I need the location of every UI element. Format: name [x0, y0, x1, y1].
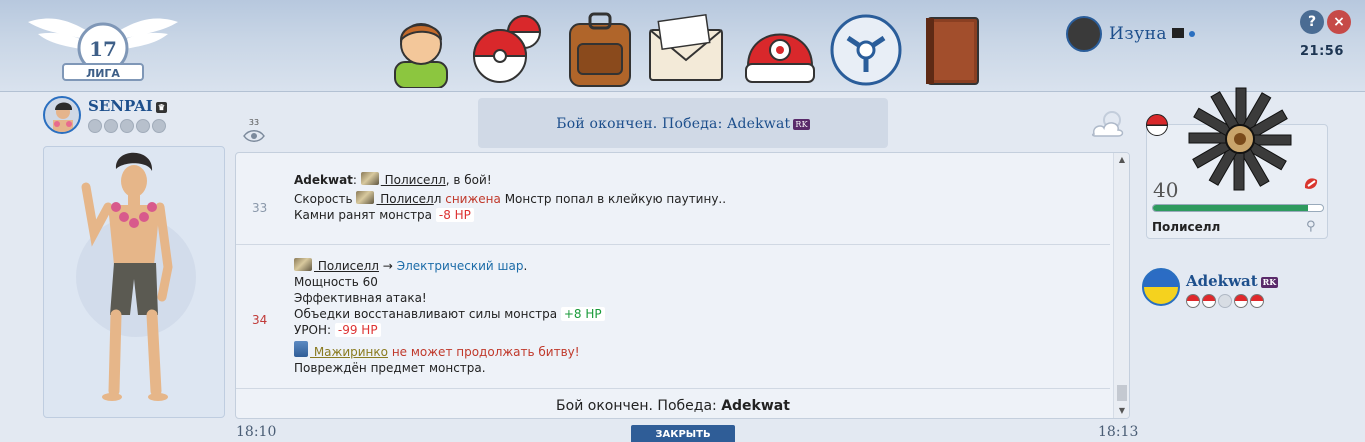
- opponent-name[interactable]: Adekwat RK: [1186, 272, 1279, 290]
- hp-fill: [1153, 205, 1308, 211]
- top-bar: 17 ЛИГА Изуна ? × 21:56: [0, 0, 1365, 92]
- winner-clan-tag: RK: [793, 118, 810, 130]
- log-text: Объедки восстанавливают силы монстра: [294, 307, 558, 321]
- battle-result-banner: Бой окончен. Победа: Adekwat RK: [478, 98, 888, 148]
- top-hat-icon: [1172, 28, 1185, 38]
- opponent-clan-tag: RK: [1260, 276, 1279, 288]
- player-name[interactable]: SENPAI ♛: [88, 97, 167, 115]
- weather-cloudy-icon: [1091, 111, 1124, 137]
- team-ball-icon: [1202, 294, 1216, 308]
- monster-name[interactable]: Полиселл: [1152, 220, 1220, 234]
- log-text: л: [433, 192, 442, 206]
- winner-name: Adekwat: [721, 398, 790, 414]
- battle-end-time: 18:13: [1098, 424, 1139, 440]
- battle-start-time: 18:10: [236, 424, 277, 440]
- current-user[interactable]: Изуна: [1066, 14, 1196, 54]
- team-ball-icon: [152, 119, 166, 133]
- team-ball-icon: [120, 119, 134, 133]
- move-name[interactable]: Электрический шар: [397, 259, 524, 273]
- damage-value: -99 HP: [334, 323, 381, 337]
- battle-log[interactable]: 33 Adekwat: Полиселл, в бой! Скорость По…: [235, 152, 1130, 419]
- monster-link[interactable]: Полиселл: [381, 173, 446, 187]
- player-character-card: [43, 146, 225, 418]
- monster-link[interactable]: Полисел: [376, 192, 434, 206]
- genderless-icon: ⚲: [1306, 219, 1316, 234]
- monster-mini-icon: [294, 341, 308, 357]
- cap-icon[interactable]: [740, 10, 820, 88]
- league-label: ЛИГА: [86, 67, 120, 80]
- scroll-down-icon[interactable]: ▼: [1114, 404, 1129, 418]
- opponent-team-balls: [1186, 294, 1264, 308]
- team-ball-icon: [1250, 294, 1264, 308]
- monster-mini-icon: [356, 191, 375, 204]
- log-text: .: [523, 259, 528, 273]
- turn-number: 34: [252, 313, 268, 327]
- log-text: Эффективная атака!: [294, 291, 427, 305]
- log-text: Мощность 60: [294, 275, 378, 289]
- arrow-icon: →: [382, 259, 393, 273]
- monster-mini-icon: [294, 258, 312, 271]
- log-entry: 34 Полиселл → Электрический шар. Мощност…: [236, 247, 1110, 389]
- player-avatar[interactable]: [43, 96, 81, 134]
- monster-link[interactable]: Полиселл: [314, 259, 379, 273]
- close-battle-button[interactable]: ЗАКРЫТЬ: [631, 425, 735, 442]
- spectator-count: 33: [248, 118, 260, 127]
- log-lines: Adekwat: Полиселл, в бой! Скорость Полис…: [294, 172, 726, 223]
- league-logo[interactable]: 17 ЛИГА: [8, 4, 198, 84]
- team-ball-icon: [136, 119, 150, 133]
- monster-mini-icon: [360, 172, 379, 185]
- log-entry: 33 Adekwat: Полиселл, в бой! Скорость По…: [236, 159, 1110, 245]
- team-ball-icon: [1186, 294, 1200, 308]
- turn-number: 33: [252, 201, 268, 215]
- player-badge-icon: ♛: [155, 101, 167, 113]
- faint-text: не может продолжать битву!: [391, 345, 580, 359]
- log-text: УРОН:: [294, 323, 332, 337]
- player-character-image: [76, 152, 196, 401]
- eye-icon: [243, 130, 265, 142]
- monster-image: [1188, 87, 1292, 191]
- clock: 21:56: [1300, 44, 1344, 59]
- log-text: Скорость: [294, 192, 353, 206]
- team-icon[interactable]: [826, 10, 906, 88]
- log-text: , в бой!: [445, 173, 492, 187]
- battle-result-text: Бой окончен. Победа: Adekwat: [556, 116, 791, 132]
- monster-level: 40: [1153, 178, 1179, 202]
- player-team-balls: [88, 119, 166, 133]
- team-ball-icon: [104, 119, 118, 133]
- scroll-up-icon[interactable]: ▲: [1114, 153, 1129, 167]
- hp-change: -8 HP: [435, 208, 474, 222]
- log-text: Монстр попал в клейкую паутину..: [504, 192, 727, 206]
- help-button[interactable]: ?: [1300, 10, 1324, 34]
- user-name[interactable]: Изуна: [1109, 24, 1167, 44]
- log-lines: Полиселл → Электрический шар. Мощность 6…: [294, 258, 605, 376]
- backpack-icon[interactable]: [560, 10, 640, 88]
- monster-hp-bar: [1152, 204, 1324, 212]
- trainer-icon[interactable]: [381, 10, 461, 88]
- team-ball-icon: [88, 119, 102, 133]
- log-text: Камни ранят монстра: [294, 208, 433, 222]
- log-scrollbar[interactable]: ▲ ▼: [1113, 153, 1129, 418]
- battle-summary: Бой окончен. Победа: Adekwat: [556, 398, 790, 414]
- hp-change: +8 HP: [560, 307, 605, 321]
- scroll-thumb[interactable]: [1117, 385, 1127, 401]
- user-avatar[interactable]: [1066, 16, 1102, 52]
- held-item-icon[interactable]: [1302, 174, 1320, 192]
- league-number: 17: [89, 37, 117, 61]
- close-window-button[interactable]: ×: [1327, 10, 1351, 34]
- log-text: :: [352, 173, 357, 187]
- monster-link[interactable]: Мажиринко: [310, 345, 388, 359]
- pokeballs-icon[interactable]: [466, 10, 546, 88]
- stat-lowered-text: снижена: [445, 192, 501, 206]
- team-ball-icon: [1234, 294, 1248, 308]
- spectators-indicator[interactable]: 33: [240, 118, 268, 144]
- log-text: Повреждён предмет монстра.: [294, 361, 486, 375]
- mail-icon[interactable]: [646, 10, 726, 88]
- journal-icon[interactable]: [912, 10, 992, 88]
- online-dot-icon: [1189, 31, 1196, 37]
- trainer-name[interactable]: Adekwat: [294, 173, 353, 187]
- opponent-avatar[interactable]: [1142, 268, 1180, 306]
- team-ball-icon: [1218, 294, 1232, 308]
